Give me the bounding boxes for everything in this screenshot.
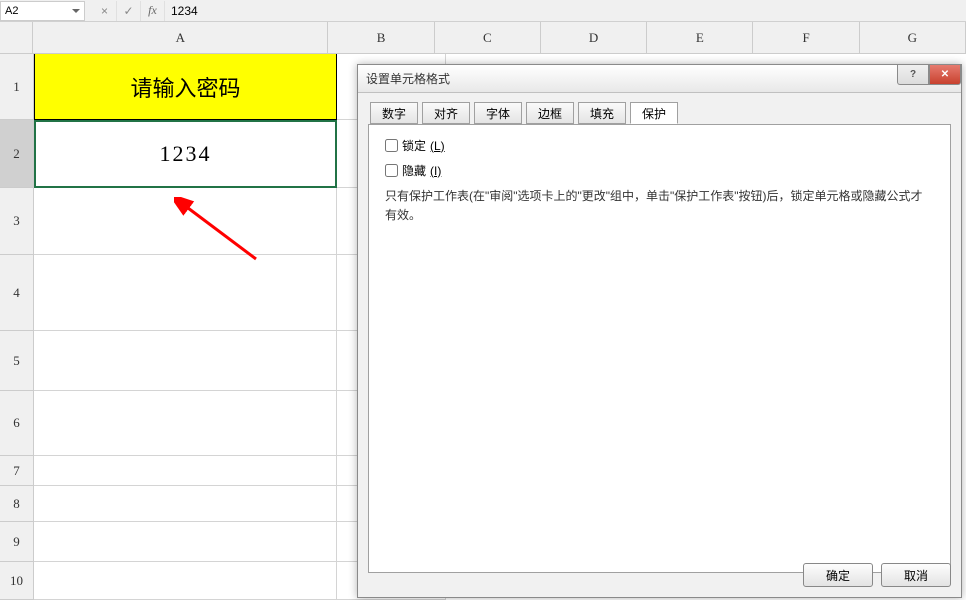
name-box-dropdown-icon[interactable]: [72, 9, 80, 13]
lock-accel: (L): [430, 139, 445, 153]
dialog-tabs: 数字 对齐 字体 边框 填充 保护: [368, 101, 951, 125]
cell-a5[interactable]: [34, 331, 337, 391]
row-header-5[interactable]: 5: [0, 331, 34, 391]
row-header-9[interactable]: 9: [0, 522, 34, 562]
cell-a1[interactable]: 请输入密码: [34, 54, 337, 120]
format-cells-dialog: 设置单元格格式 ? ✕ 数字 对齐 字体 边框 填充 保护 锁定 (L) 隐藏 (I…: [357, 64, 962, 598]
col-header-b[interactable]: B: [328, 22, 434, 54]
cell-a3[interactable]: [34, 188, 337, 255]
fx-icon[interactable]: fx: [141, 1, 165, 21]
cell-a1-text: 请输入密码: [130, 71, 240, 103]
cell-a2[interactable]: 1234: [34, 120, 337, 188]
tab-border[interactable]: 边框: [526, 102, 574, 124]
tab-fill[interactable]: 填充: [578, 102, 626, 124]
hide-accel: (I): [430, 164, 441, 178]
cell-a7[interactable]: [34, 456, 337, 486]
help-button[interactable]: ?: [897, 65, 929, 85]
col-header-f[interactable]: F: [753, 22, 859, 54]
hide-checkbox[interactable]: [385, 164, 398, 177]
row-header-3[interactable]: 3: [0, 188, 34, 255]
lock-label: 锁定: [402, 137, 426, 154]
tab-font[interactable]: 字体: [474, 102, 522, 124]
lock-checkbox-row[interactable]: 锁定 (L): [385, 137, 934, 154]
protect-panel: 锁定 (L) 隐藏 (I) 只有保护工作表(在"审阅"选项卡上的"更改"组中，单击"…: [368, 125, 951, 573]
cancel-button[interactable]: 取消: [881, 563, 951, 587]
cell-a8[interactable]: [34, 486, 337, 522]
row-header-6[interactable]: 6: [0, 391, 34, 456]
row-headers: 1 2 3 4 5 6 7 8 9 10: [0, 54, 34, 600]
lock-checkbox[interactable]: [385, 139, 398, 152]
dialog-title: 设置单元格格式: [366, 70, 450, 87]
col-header-g[interactable]: G: [860, 22, 966, 54]
formula-confirm-icon[interactable]: ✓: [117, 1, 141, 21]
protect-note: 只有保护工作表(在"审阅"选项卡上的"更改"组中，单击"保护工作表"按钮)后，锁…: [385, 187, 934, 225]
cell-a10[interactable]: [34, 562, 337, 600]
row-header-1[interactable]: 1: [0, 54, 34, 120]
dialog-titlebar[interactable]: 设置单元格格式 ? ✕: [358, 65, 961, 93]
col-header-a[interactable]: A: [33, 22, 328, 54]
row-header-4[interactable]: 4: [0, 255, 34, 331]
column-headers: A B C D E F G: [0, 22, 966, 54]
row-header-7[interactable]: 7: [0, 456, 34, 486]
formula-bar: A2 × ✓ fx 1234: [0, 0, 966, 22]
col-header-c[interactable]: C: [435, 22, 541, 54]
cell-a9[interactable]: [34, 522, 337, 562]
tab-protect[interactable]: 保护: [630, 102, 678, 124]
row-header-10[interactable]: 10: [0, 562, 34, 600]
col-header-d[interactable]: D: [541, 22, 647, 54]
tab-number[interactable]: 数字: [370, 102, 418, 124]
hide-label: 隐藏: [402, 162, 426, 179]
hide-checkbox-row[interactable]: 隐藏 (I): [385, 162, 934, 179]
select-all-corner[interactable]: [0, 22, 33, 54]
tab-align[interactable]: 对齐: [422, 102, 470, 124]
formula-input[interactable]: 1234: [165, 4, 966, 18]
name-box[interactable]: A2: [0, 1, 85, 21]
row-header-2[interactable]: 2: [0, 120, 34, 188]
col-header-e[interactable]: E: [647, 22, 753, 54]
cell-a6[interactable]: [34, 391, 337, 456]
close-button[interactable]: ✕: [929, 65, 961, 85]
name-box-text: A2: [5, 5, 72, 17]
cell-a4[interactable]: [34, 255, 337, 331]
formula-cancel-icon[interactable]: ×: [93, 1, 117, 21]
cell-a2-text: 1234: [160, 141, 212, 167]
ok-button[interactable]: 确定: [803, 563, 873, 587]
row-header-8[interactable]: 8: [0, 486, 34, 522]
